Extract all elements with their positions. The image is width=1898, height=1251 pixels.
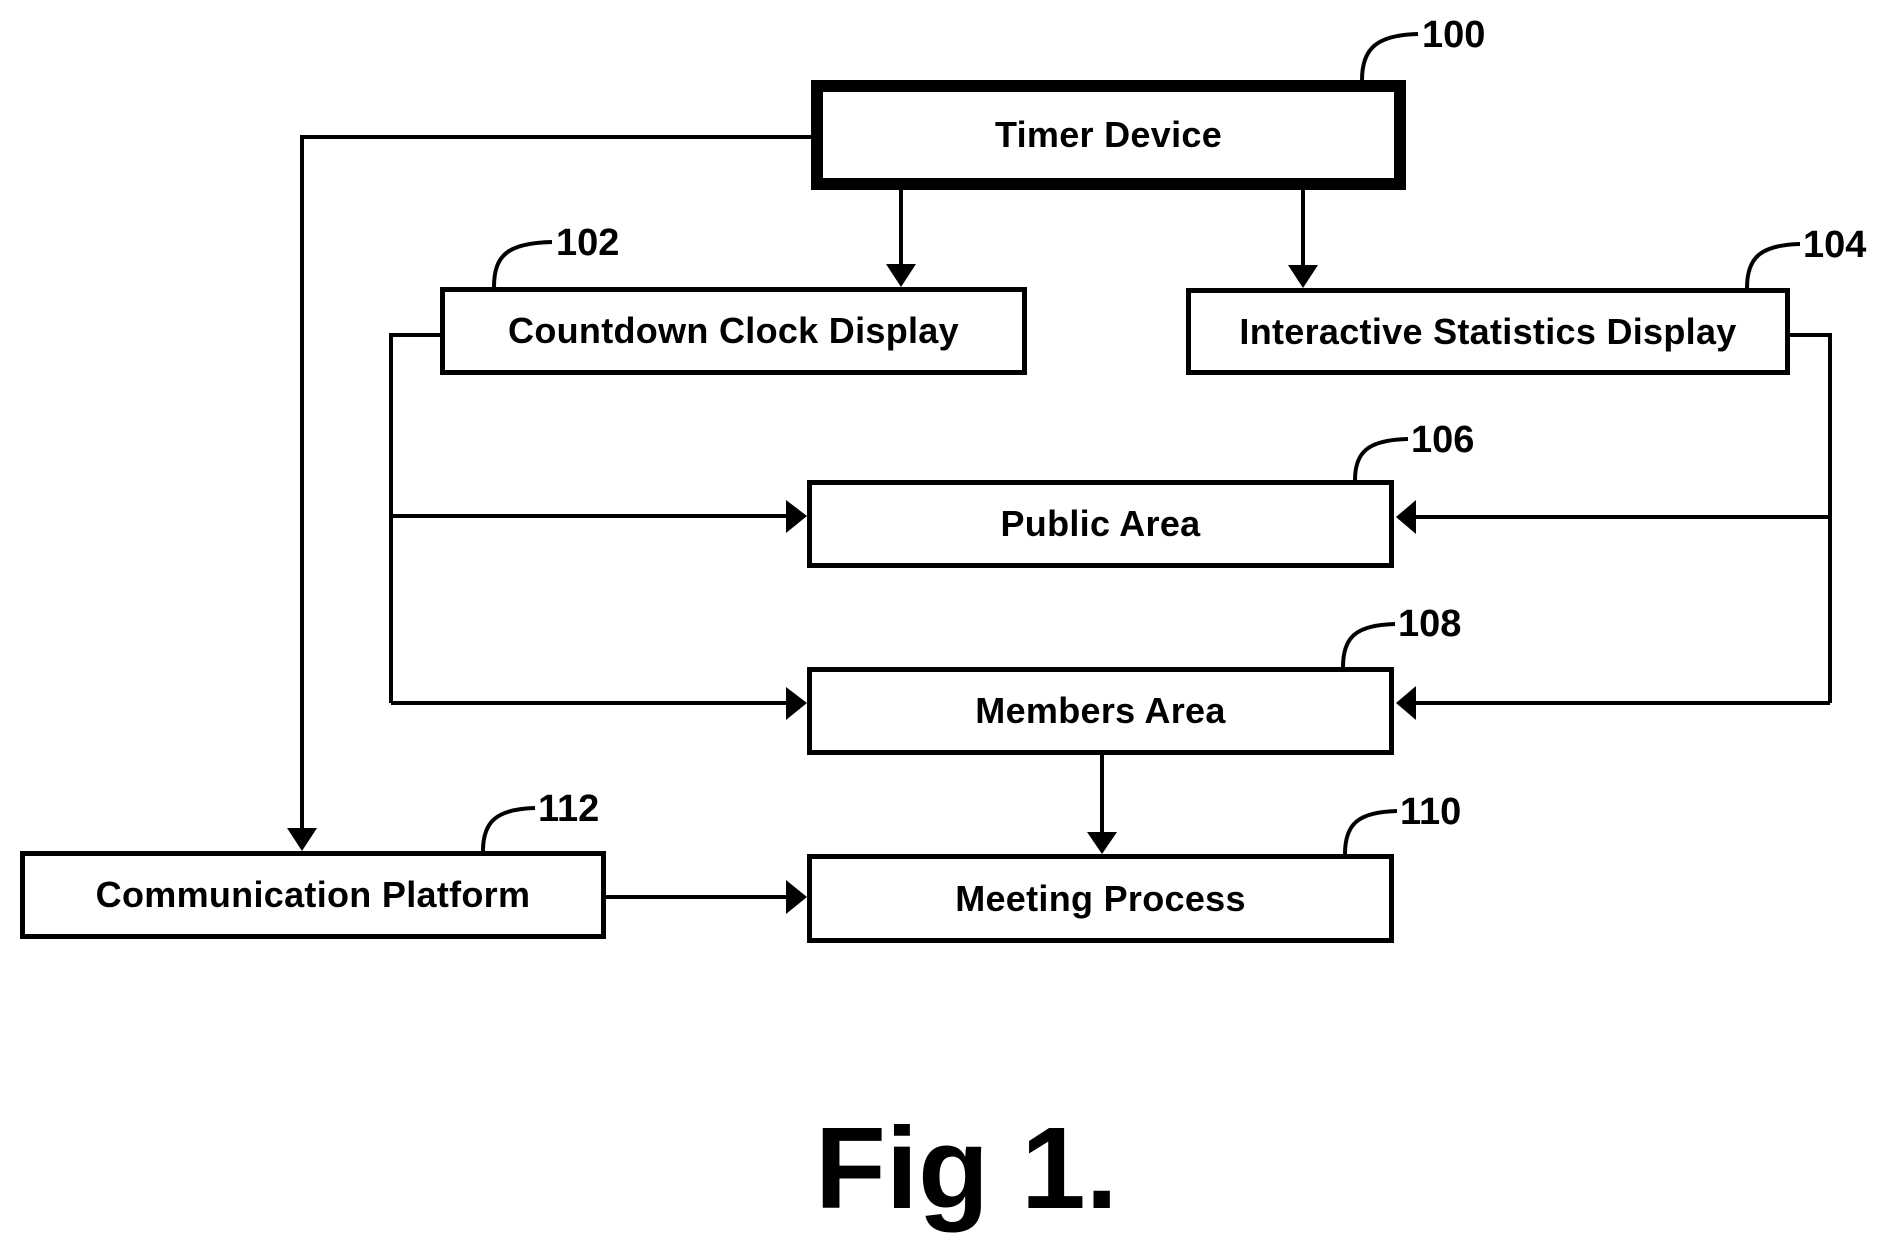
node-label: Countdown Clock Display xyxy=(508,310,959,351)
node-interactive-statistics-display: Interactive Statistics Display xyxy=(1186,288,1790,375)
node-communication-platform: Communication Platform xyxy=(20,851,606,939)
node-label: Meeting Process xyxy=(955,877,1246,919)
leader-108 xyxy=(1341,622,1396,668)
ref-100: 100 xyxy=(1422,14,1486,56)
arrowhead-public-right xyxy=(1396,500,1416,534)
arrowhead-meeting-top xyxy=(1087,832,1117,854)
arrowhead-members-right xyxy=(1396,686,1416,720)
ref-108: 108 xyxy=(1398,603,1462,645)
arrowhead-public-left xyxy=(786,500,807,533)
leader-104 xyxy=(1745,242,1801,289)
ref-110: 110 xyxy=(1400,791,1462,833)
leader-102 xyxy=(492,240,553,288)
leader-110 xyxy=(1343,809,1398,855)
arrowhead-meeting-left xyxy=(786,880,807,914)
ref-106: 106 xyxy=(1411,419,1475,461)
ref-104: 104 xyxy=(1803,224,1867,266)
arrowhead-comm xyxy=(287,828,317,851)
node-label: Timer Device xyxy=(994,114,1223,155)
node-label: Members Area xyxy=(975,690,1226,731)
leader-100 xyxy=(1360,32,1419,81)
leader-112 xyxy=(481,806,536,852)
node-countdown-clock-display: Countdown Clock Display xyxy=(440,287,1027,375)
edge-countdown-bus xyxy=(389,333,440,703)
arrowhead-stats xyxy=(1288,265,1318,288)
ref-112: 112 xyxy=(538,788,600,830)
ref-102: 102 xyxy=(556,222,620,264)
figure-caption: Fig 1. xyxy=(815,1103,1118,1233)
node-timer-device: Timer Device xyxy=(811,80,1406,190)
arrowhead-countdown xyxy=(886,264,916,287)
node-label: Communication Platform xyxy=(95,874,531,915)
node-label: Public Area xyxy=(1000,503,1201,544)
node-members-area: Members Area xyxy=(807,667,1394,755)
node-meeting-process: Meeting Process xyxy=(807,854,1394,943)
node-public-area: Public Area xyxy=(807,480,1394,568)
leader-106 xyxy=(1353,437,1409,481)
arrowhead-members-left xyxy=(786,687,807,720)
node-label: Interactive Statistics Display xyxy=(1239,310,1737,352)
